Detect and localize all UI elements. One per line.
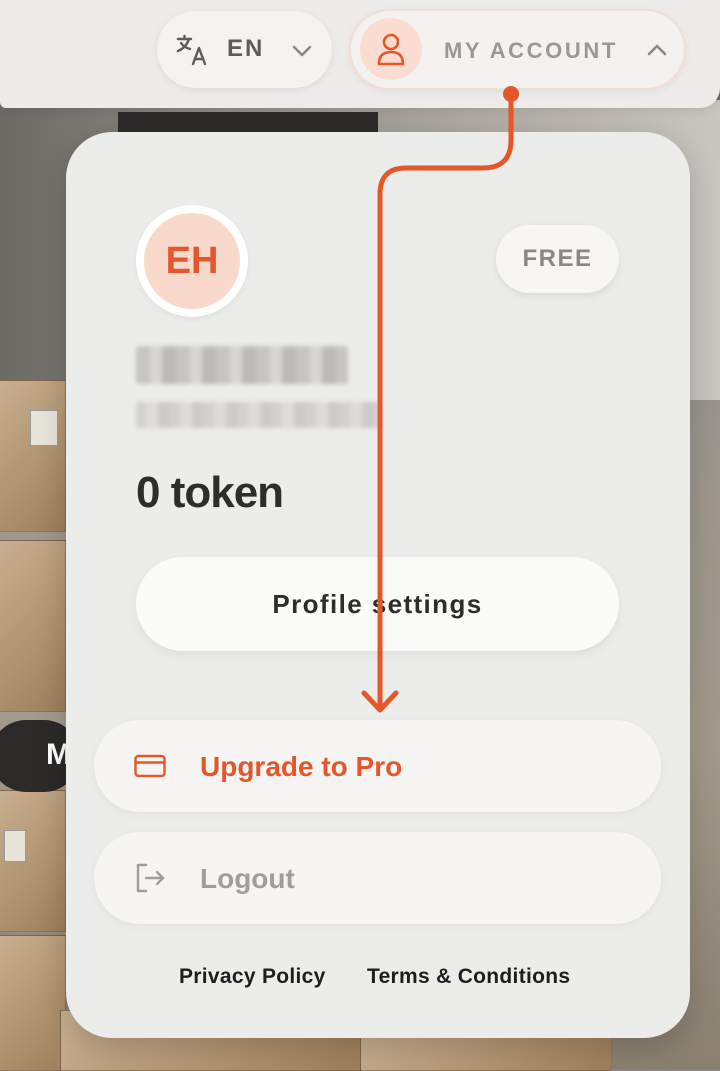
upgrade-to-pro-button[interactable]: Upgrade to Pro (94, 720, 661, 812)
avatar: EH (136, 205, 248, 317)
background-box (0, 935, 66, 1071)
plan-badge: FREE (496, 225, 619, 293)
my-account-button[interactable]: MY ACCOUNT (349, 9, 686, 90)
logout-label: Logout (200, 863, 295, 894)
privacy-policy-link[interactable]: Privacy Policy (179, 965, 326, 989)
user-icon (377, 33, 405, 66)
my-account-label: MY ACCOUNT (444, 38, 618, 63)
terms-and-conditions-link[interactable]: Terms & Conditions (367, 965, 570, 989)
logout-icon (136, 863, 165, 893)
chevron-up-icon (647, 44, 667, 56)
background-box-label (4, 830, 26, 862)
footer-links: Privacy Policy Terms & Conditions (66, 965, 690, 997)
background-box (0, 540, 66, 712)
language-label: EN (227, 35, 265, 62)
credit-card-icon (134, 754, 166, 778)
translate-icon (176, 34, 207, 66)
redacted-user-email (136, 402, 380, 428)
language-selector[interactable]: EN (157, 11, 332, 88)
token-balance: 0 token (136, 468, 284, 517)
profile-settings-label: Profile settings (272, 588, 483, 619)
logout-button[interactable]: Logout (94, 832, 661, 924)
top-bar: EN MY ACCOUNT (0, 0, 720, 108)
background-box-label (30, 410, 58, 446)
background-box (0, 380, 66, 532)
profile-settings-button[interactable]: Profile settings (136, 557, 619, 651)
chevron-down-icon (292, 45, 312, 57)
avatar-initials: EH (144, 213, 240, 309)
upgrade-to-pro-label: Upgrade to Pro (200, 751, 403, 782)
account-avatar (360, 18, 422, 80)
redacted-user-name (136, 346, 348, 384)
